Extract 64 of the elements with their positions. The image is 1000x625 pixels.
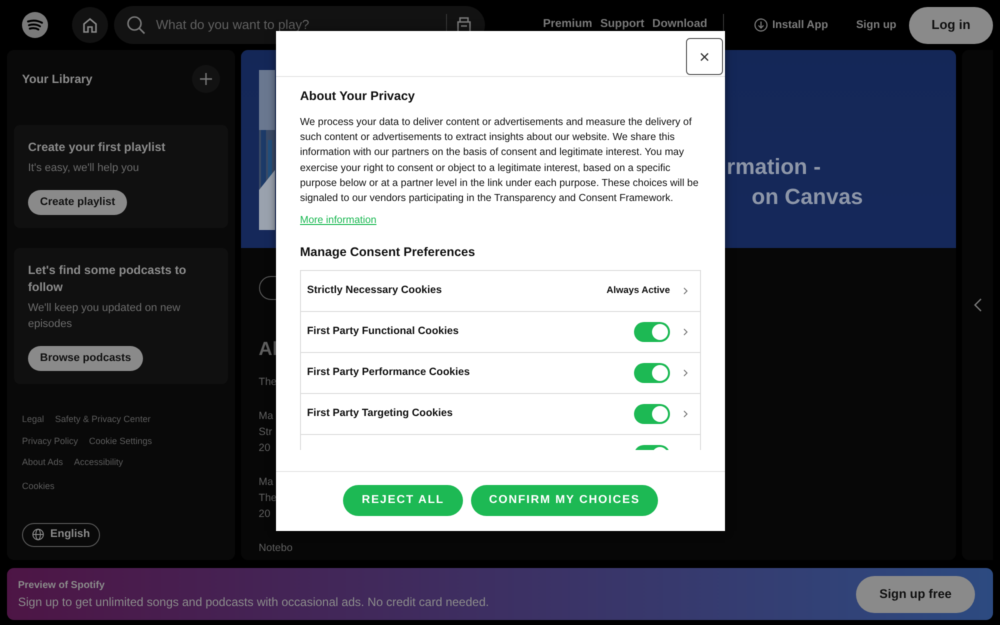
status-label: Always Active <box>606 284 670 298</box>
text-fragment: The <box>258 375 277 390</box>
browse-icon[interactable] <box>455 16 473 34</box>
plus-icon <box>198 72 213 86</box>
more-information-link[interactable]: More information <box>300 214 376 226</box>
log-in-button[interactable]: Log in <box>909 6 993 44</box>
cookie-category-row[interactable]: First Party Functional Cookies <box>300 311 701 352</box>
cookie-category-row[interactable]: First Party Performance Cookies <box>300 352 701 394</box>
section-title: Manage Consent Preferences <box>300 244 476 261</box>
sign-up-free-button[interactable]: Sign up free <box>856 576 975 612</box>
toggle-switch[interactable] <box>634 404 670 424</box>
library-title[interactable]: Your Library <box>22 70 92 88</box>
nav-link[interactable]: Download <box>652 16 708 34</box>
text-fragment: Ma Str 20 <box>258 409 274 456</box>
card-text: We'll keep you updated on new episodes <box>28 301 182 332</box>
card-title: Let's find some podcasts to follow <box>28 262 188 296</box>
card-button[interactable]: Browse podcasts <box>28 346 144 371</box>
footer-link[interactable]: Privacy Policy <box>22 436 78 446</box>
toggle-switch[interactable] <box>634 322 670 342</box>
reject-all-button[interactable]: REJECT ALL <box>343 485 463 516</box>
language-button[interactable]: English <box>22 522 100 546</box>
sign-up-button[interactable]: Sign up <box>850 16 902 34</box>
chevron-right-icon[interactable] <box>683 410 688 418</box>
home-button[interactable] <box>72 7 108 43</box>
nav-link[interactable]: Premium <box>543 16 592 34</box>
dialog-title: About Your Privacy <box>300 88 416 105</box>
footer-link[interactable]: Legal <box>22 414 44 424</box>
search-field[interactable]: What do you want to play? <box>154 14 438 36</box>
add-button[interactable] <box>192 65 220 93</box>
close-button[interactable]: × <box>686 38 723 75</box>
nav-link[interactable]: Support <box>600 16 644 34</box>
footer-link[interactable]: Cookies <box>22 481 55 491</box>
home-icon <box>81 16 99 34</box>
category-name: First Party Functional Cookies <box>307 324 459 340</box>
confirm-choices-button[interactable]: CONFIRM MY CHOICES <box>471 485 658 516</box>
card-button[interactable]: Create playlist <box>28 190 128 215</box>
text-fragment: Notebo <box>258 541 293 556</box>
toggle-switch[interactable] <box>634 363 670 384</box>
globe-icon <box>32 528 44 541</box>
card-title: Create your first playlist <box>28 139 166 156</box>
footer-link[interactable]: Cookie Settings <box>89 436 152 446</box>
chevron-left-icon[interactable] <box>974 298 982 312</box>
chevron-right-icon[interactable] <box>683 287 688 296</box>
logo-icon[interactable] <box>22 12 48 38</box>
cookie-category-row[interactable]: Strictly Necessary Cookies Always Active <box>300 270 701 312</box>
title-fragment: on Canvas <box>750 183 863 211</box>
footer-link[interactable]: Accessibility <box>74 457 124 467</box>
dialog-text: We process your data to deliver content or advertisements and measure the delivery of such content or advertisements to extract insights about our website. We share this information with our partners on the basis of consent and legitimate interest. You may exercise your right to consent or object to a legitimate interest, based on a specific purpose below or at a partner level in the link under each purpose. These choices will be signaled to our vendors participating in the Transparency and Consent Framework. <box>300 116 700 206</box>
category-name: Strictly Necessary Cookies <box>307 283 442 298</box>
search-icon[interactable] <box>126 15 146 35</box>
title-fragment: rmation - <box>726 153 822 181</box>
install-app-button[interactable]: Install App <box>748 16 834 34</box>
category-name: First Party Performance Cookies <box>307 365 470 380</box>
footer-link[interactable]: About Ads <box>22 457 64 467</box>
chevron-right-icon[interactable] <box>683 328 688 336</box>
footer-link[interactable]: Safety & Privacy Center <box>55 414 151 424</box>
banner-title: Preview of Spotify <box>18 578 106 592</box>
card-text: It's easy, we'll help you <box>28 161 140 176</box>
cookie-category-row[interactable]: First Party Targeting Cookies <box>300 393 701 434</box>
download-icon <box>754 18 768 32</box>
text-fragment: Ma The 20 <box>258 475 277 522</box>
banner-text: Sign up to get unlimited songs and podcasts with occasional ads. No credit card needed. <box>18 594 489 610</box>
category-name: First Party Targeting Cookies <box>307 406 453 422</box>
chevron-right-icon[interactable] <box>683 369 688 378</box>
